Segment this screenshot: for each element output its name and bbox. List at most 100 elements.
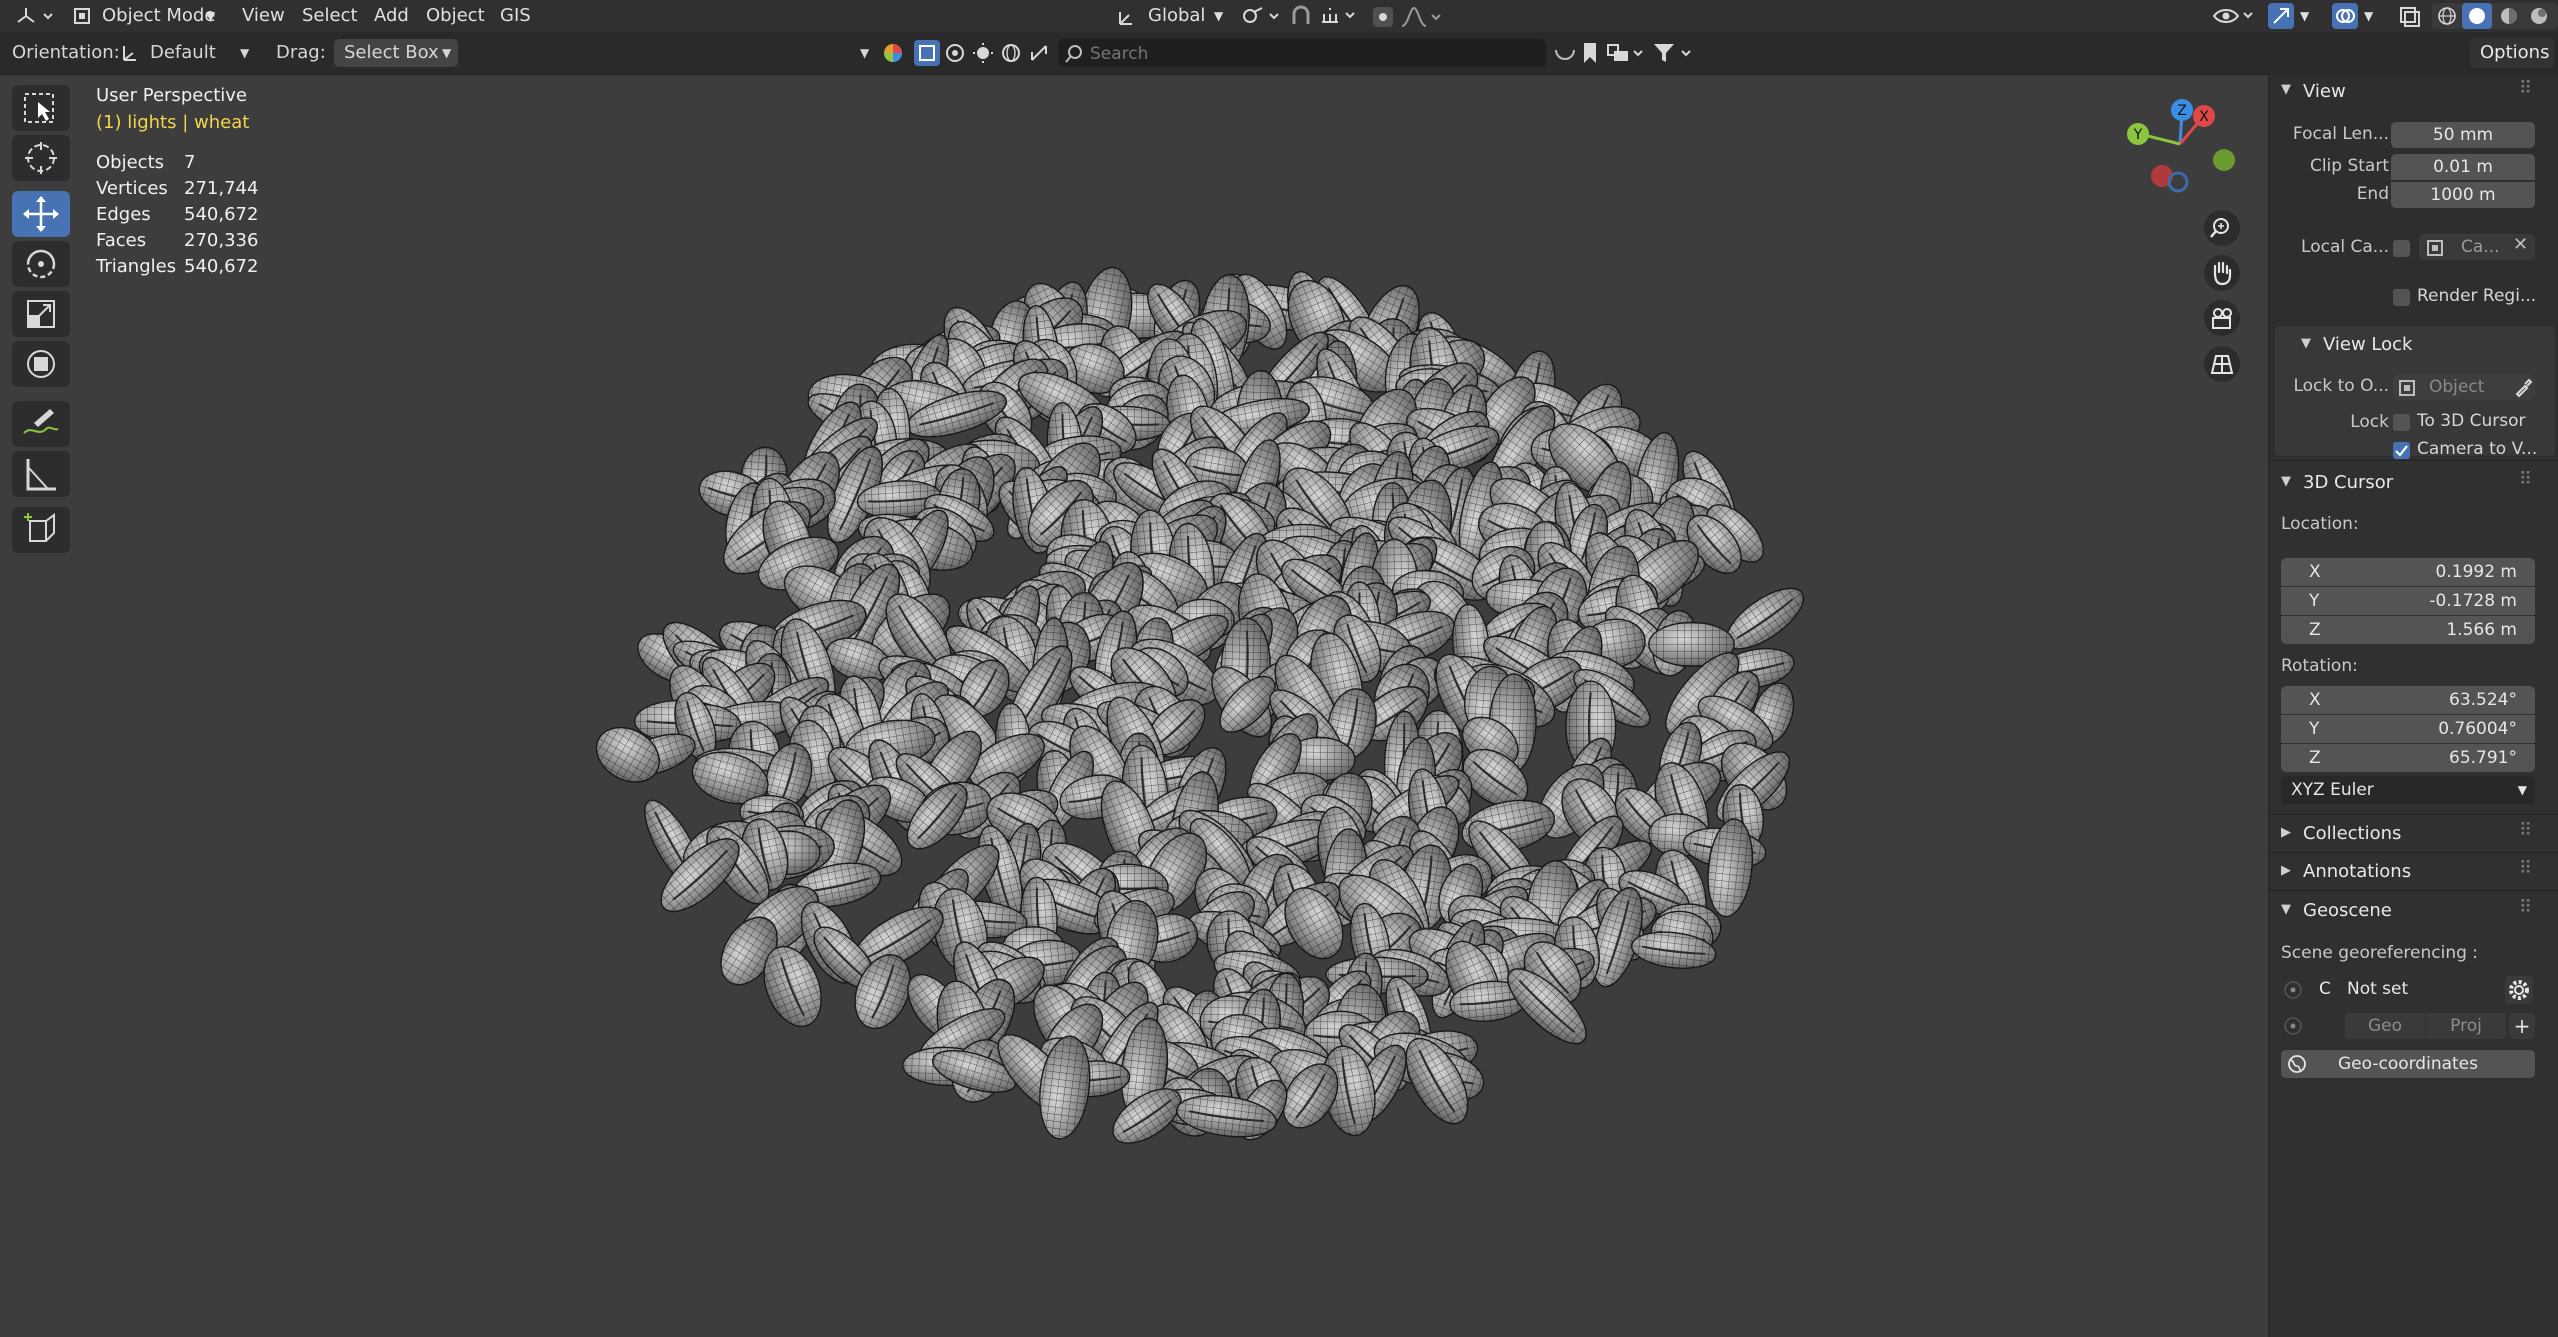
drag-handle-icon[interactable]: ⠿ bbox=[2519, 897, 2532, 918]
view-lock-title[interactable]: View Lock bbox=[2323, 334, 2412, 355]
measure-tool[interactable] bbox=[12, 451, 70, 497]
pivot-point-icon[interactable] bbox=[1240, 5, 1284, 27]
gizmo-toggle-button[interactable] bbox=[2268, 3, 2294, 29]
editor-type-button[interactable] bbox=[12, 4, 56, 28]
drag-handle-icon[interactable]: ⠿ bbox=[2519, 858, 2532, 879]
drag-handle-icon[interactable]: ⠿ bbox=[2519, 820, 2532, 841]
move-tool[interactable] bbox=[12, 191, 70, 237]
filter-funnel-icon[interactable] bbox=[1652, 41, 1694, 65]
camera-view-button[interactable] bbox=[2204, 300, 2240, 336]
proj-button[interactable]: Proj bbox=[2426, 1013, 2506, 1039]
geo-button[interactable]: Geo bbox=[2345, 1013, 2425, 1039]
transform-orientation-dropdown[interactable]: Global ▼ bbox=[1112, 2, 1228, 30]
annotations-section-title[interactable]: Annotations bbox=[2303, 861, 2411, 882]
annotate-tool[interactable] bbox=[12, 401, 70, 447]
cursor-location-y[interactable]: Y -0.1728 m bbox=[2281, 587, 2535, 615]
view-section-title[interactable]: View bbox=[2303, 81, 2346, 102]
options-button[interactable]: Options bbox=[2470, 38, 2554, 68]
chevron-down-icon[interactable]: ▼ bbox=[2281, 474, 2291, 489]
scale-tool[interactable] bbox=[12, 291, 70, 337]
chevron-down-icon[interactable]: ▼ bbox=[860, 32, 869, 74]
annotate-pencil-icon bbox=[23, 409, 59, 434]
cursor-rotation-y[interactable]: Y 0.76004° bbox=[2281, 715, 2535, 743]
select-box-tool[interactable] bbox=[12, 85, 70, 131]
rotation-label: Rotation: bbox=[2281, 656, 2358, 676]
chevron-down-icon[interactable]: ▼ bbox=[2281, 902, 2291, 917]
menu-view[interactable]: View bbox=[242, 0, 285, 32]
armature-icon[interactable] bbox=[1028, 42, 1050, 64]
bookmark-icon[interactable] bbox=[1580, 41, 1600, 65]
visibility-eye-icon[interactable] bbox=[2212, 4, 2256, 28]
rotation-mode-dropdown[interactable]: XYZ Euler ▼ bbox=[2281, 776, 2535, 804]
camera-to-view-checkbox[interactable] bbox=[2393, 442, 2410, 459]
geo-coordinates-button[interactable]: Geo-coordinates bbox=[2281, 1050, 2535, 1078]
material-shading-icon[interactable] bbox=[2498, 5, 2520, 27]
navigation-gizmo[interactable]: Z X Y bbox=[2120, 94, 2250, 204]
cursor-location-x[interactable]: X 0.1992 m bbox=[2281, 558, 2535, 586]
add-cube-tool[interactable] bbox=[12, 507, 70, 553]
eyedropper-icon[interactable] bbox=[2513, 378, 2533, 398]
chevron-down-icon[interactable]: ▼ bbox=[2281, 82, 2291, 97]
focal-length-field[interactable]: 50 mm bbox=[2391, 122, 2535, 148]
local-camera-checkbox[interactable] bbox=[2393, 240, 2410, 257]
render-region-checkbox[interactable] bbox=[2393, 289, 2410, 306]
proportional-editing-icon[interactable] bbox=[1372, 6, 1394, 28]
world-icon[interactable] bbox=[1000, 42, 1022, 64]
menu-add[interactable]: Add bbox=[374, 0, 409, 32]
rendered-shading-icon[interactable] bbox=[2528, 5, 2550, 27]
snap-increment-icon[interactable] bbox=[1318, 4, 1358, 28]
geoscene-section-title[interactable]: Geoscene bbox=[2303, 900, 2392, 921]
orientation-dropdown[interactable]: Default ▼ bbox=[116, 38, 256, 68]
collections-section-title[interactable]: Collections bbox=[2303, 823, 2401, 844]
cursor-rotation-x[interactable]: X 63.524° bbox=[2281, 686, 2535, 714]
cursor-tool[interactable] bbox=[12, 135, 70, 181]
z-axis-label: Z bbox=[2177, 103, 2187, 119]
scene-statistics: Objects 7 Vertices 271,744 Edges 540,672… bbox=[96, 152, 296, 282]
mesh-sphere-icon[interactable] bbox=[944, 42, 966, 64]
pan-button[interactable] bbox=[2204, 255, 2240, 291]
cursor-location-z[interactable]: Z 1.566 m bbox=[2281, 616, 2535, 644]
menu-gis[interactable]: GIS bbox=[500, 0, 531, 32]
object-filter-button[interactable] bbox=[914, 40, 940, 66]
transform-tool[interactable] bbox=[12, 341, 70, 387]
zoom-button[interactable] bbox=[2204, 210, 2240, 246]
display-mode-icon[interactable] bbox=[1606, 41, 1646, 65]
menu-select[interactable]: Select bbox=[302, 0, 358, 32]
solid-shading-button[interactable] bbox=[2462, 3, 2492, 29]
chevron-right-icon[interactable]: ▶ bbox=[2281, 825, 2291, 840]
clear-camera-icon[interactable]: ✕ bbox=[2513, 234, 2528, 255]
neg-z-axis-icon[interactable] bbox=[2167, 171, 2189, 193]
chevron-down-icon[interactable]: ▼ bbox=[2300, 0, 2309, 32]
menu-object[interactable]: Object bbox=[426, 0, 485, 32]
overlays-toggle-button[interactable] bbox=[2332, 3, 2358, 29]
neg-y-axis-icon[interactable] bbox=[2213, 149, 2235, 171]
drag-handle-icon[interactable]: ⠿ bbox=[2519, 469, 2532, 490]
select-box-icon bbox=[24, 93, 54, 123]
projection-toggle-button[interactable] bbox=[2204, 346, 2240, 382]
snap-magnet-icon[interactable] bbox=[1288, 4, 1314, 28]
search-input[interactable] bbox=[1088, 41, 1532, 67]
falloff-curve-icon[interactable] bbox=[1400, 6, 1446, 28]
clip-end-field[interactable]: 1000 m bbox=[2391, 182, 2535, 208]
filter-half-circle-icon[interactable] bbox=[1552, 42, 1578, 64]
drag-dropdown[interactable]: Select Box ▼ bbox=[334, 39, 458, 67]
geoscene-settings-button[interactable] bbox=[2505, 976, 2533, 1004]
xray-toggle-icon[interactable] bbox=[2398, 5, 2422, 27]
rotate-tool[interactable] bbox=[12, 241, 70, 287]
add-crs-button[interactable]: + bbox=[2509, 1013, 2535, 1039]
chevron-right-icon[interactable]: ▶ bbox=[2281, 863, 2291, 878]
cursor-rotation-z[interactable]: Z 65.791° bbox=[2281, 744, 2535, 772]
mode-dropdown[interactable]: Object Mode ▼ bbox=[68, 2, 224, 30]
color-wheel-icon[interactable] bbox=[882, 42, 904, 64]
wheat-grain-pile[interactable] bbox=[560, 240, 1860, 1160]
clip-start-field[interactable]: 0.01 m bbox=[2391, 154, 2535, 180]
search-field[interactable] bbox=[1058, 39, 1546, 67]
wireframe-shading-icon[interactable] bbox=[2436, 5, 2458, 27]
light-icon[interactable] bbox=[972, 42, 994, 64]
chevron-down-icon[interactable]: ▼ bbox=[2364, 0, 2373, 32]
cursor-section-title[interactable]: 3D Cursor bbox=[2303, 472, 2393, 493]
lock-to-cursor-checkbox[interactable] bbox=[2393, 414, 2410, 431]
chevron-down-icon[interactable]: ▼ bbox=[2301, 336, 2311, 351]
drag-handle-icon[interactable]: ⠿ bbox=[2519, 78, 2532, 99]
scale-icon bbox=[27, 300, 55, 328]
